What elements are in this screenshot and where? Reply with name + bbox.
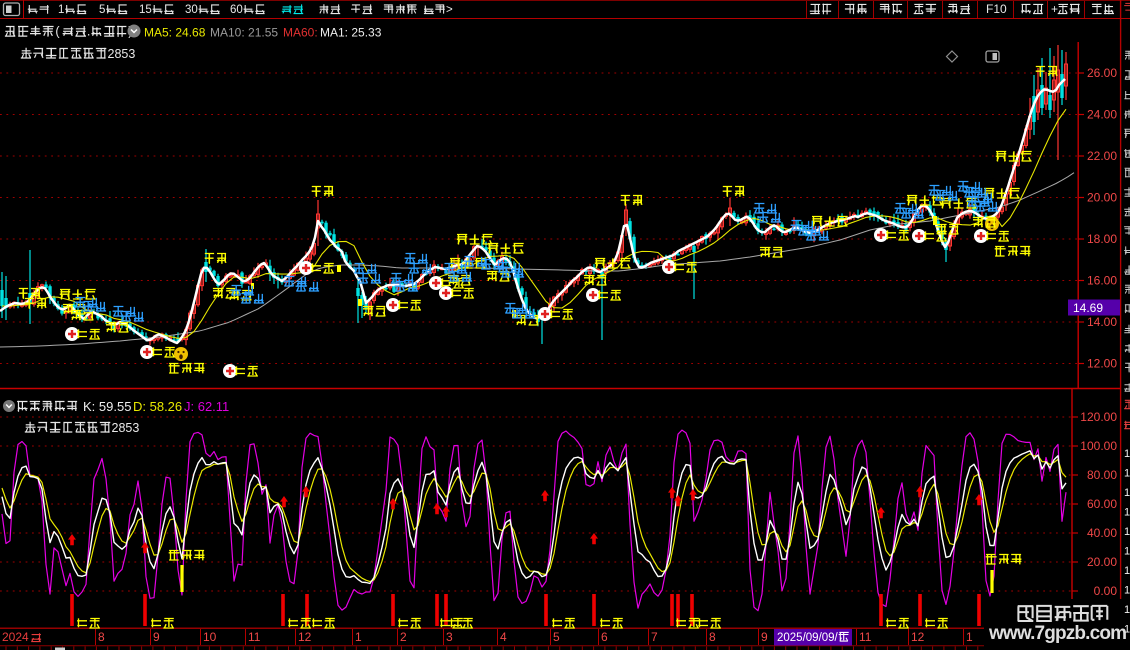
- svg-text:1: 1: [1124, 604, 1130, 616]
- svg-text:1: 1: [58, 4, 64, 16]
- svg-text:18.00: 18.00: [1087, 232, 1117, 246]
- svg-text:MA10: 21.55: MA10: 21.55: [210, 26, 278, 40]
- svg-text:1: 1: [1124, 487, 1130, 499]
- svg-text:5: 5: [553, 630, 560, 644]
- svg-text:10: 10: [203, 630, 217, 644]
- svg-text:MA5: 24.68: MA5: 24.68: [144, 26, 206, 40]
- svg-text:1: 1: [1124, 526, 1130, 538]
- svg-text:11: 11: [859, 630, 872, 644]
- svg-text:5: 5: [99, 4, 105, 16]
- svg-text:14.69: 14.69: [1073, 301, 1103, 315]
- svg-text:MA1: 25.33: MA1: 25.33: [320, 26, 382, 40]
- svg-text:14.00: 14.00: [1087, 315, 1117, 329]
- svg-text:2024: 2024: [2, 630, 29, 644]
- svg-text:4: 4: [500, 630, 507, 644]
- svg-text:2853: 2853: [112, 421, 140, 435]
- svg-text:7: 7: [651, 630, 658, 644]
- svg-text:9: 9: [153, 630, 160, 644]
- svg-text:80.00: 80.00: [1087, 468, 1117, 482]
- svg-text:.: .: [87, 25, 91, 39]
- svg-text:2853: 2853: [108, 47, 136, 61]
- svg-text:2025/09/09/: 2025/09/09/: [777, 632, 839, 644]
- svg-text:24.00: 24.00: [1087, 108, 1117, 122]
- svg-text:K: 59.55: K: 59.55: [83, 399, 131, 414]
- svg-text:8: 8: [709, 630, 716, 644]
- svg-text:1: 1: [1124, 448, 1130, 460]
- svg-text:20.00: 20.00: [1087, 191, 1117, 205]
- svg-text:J: 62.11: J: 62.11: [184, 399, 229, 414]
- svg-text:1: 1: [1124, 624, 1130, 636]
- svg-text:1: 1: [1124, 546, 1130, 558]
- svg-text:26.00: 26.00: [1087, 66, 1117, 80]
- svg-text:1: 1: [1124, 585, 1130, 597]
- svg-text:>: >: [446, 4, 453, 16]
- svg-text:11: 11: [248, 630, 261, 644]
- svg-text:30: 30: [185, 4, 198, 16]
- svg-text:MA60:: MA60:: [283, 26, 318, 40]
- svg-text:1: 1: [1124, 507, 1130, 519]
- svg-text:1: 1: [1124, 565, 1130, 577]
- svg-text:16.00: 16.00: [1087, 274, 1117, 288]
- svg-text:12: 12: [298, 630, 312, 644]
- svg-text:22.00: 22.00: [1087, 149, 1117, 163]
- svg-text:1: 1: [1124, 468, 1130, 480]
- svg-text:+: +: [1051, 2, 1058, 16]
- svg-text:D: 58.26: D: 58.26: [133, 399, 182, 414]
- svg-text:20.00: 20.00: [1087, 555, 1117, 569]
- svg-text:60.00: 60.00: [1087, 497, 1117, 511]
- svg-text:F10: F10: [986, 2, 1007, 16]
- svg-text:9: 9: [761, 630, 768, 644]
- svg-text:100.00: 100.00: [1080, 439, 1117, 453]
- svg-text:0.00: 0.00: [1094, 584, 1118, 598]
- svg-text:60: 60: [230, 4, 243, 16]
- svg-text:12.00: 12.00: [1087, 357, 1117, 371]
- svg-text:1: 1: [355, 630, 362, 644]
- svg-text:40.00: 40.00: [1087, 526, 1117, 540]
- svg-text:3: 3: [446, 630, 453, 644]
- svg-text:8: 8: [98, 630, 105, 644]
- svg-text:2: 2: [400, 630, 407, 644]
- svg-text:6: 6: [601, 630, 608, 644]
- svg-text:15: 15: [139, 4, 152, 16]
- svg-text:12: 12: [911, 630, 925, 644]
- svg-text:1: 1: [966, 630, 973, 644]
- svg-text:www.7gpzb.com: www.7gpzb.com: [988, 623, 1127, 644]
- svg-text:120.00: 120.00: [1080, 410, 1117, 424]
